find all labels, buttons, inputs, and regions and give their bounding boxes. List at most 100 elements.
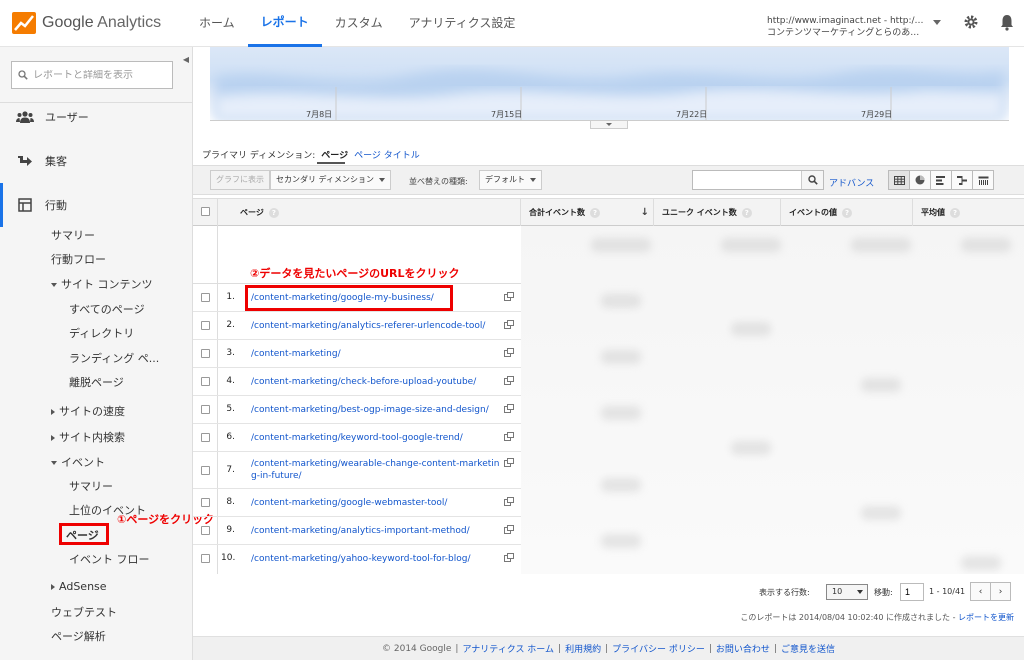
collapse-sidebar-icon[interactable]: ◀ — [180, 53, 192, 67]
row-number: 9. — [226, 525, 235, 535]
page-url-link[interactable]: /content-marketing/analytics-important-m… — [251, 525, 503, 537]
nav-admin[interactable]: アナリティクス設定 — [396, 0, 529, 47]
advanced-filter-link[interactable]: アドバンス — [829, 176, 874, 189]
table-filter-input[interactable] — [693, 171, 801, 189]
search-icon[interactable] — [801, 171, 823, 189]
sidebar-item-site-content[interactable]: サイト コンテンツ — [51, 276, 153, 292]
goto-page-input[interactable] — [900, 583, 924, 601]
page-url-link[interactable]: /content-marketing/best-ogp-image-size-a… — [251, 404, 503, 416]
nav-home[interactable]: ホーム — [186, 0, 248, 47]
sidebar-item-exit-pages[interactable]: 離脱ページ — [69, 374, 124, 390]
footer-link-home[interactable]: アナリティクス ホーム — [462, 642, 554, 655]
dimension-page[interactable]: ページ — [321, 148, 348, 161]
help-icon[interactable]: ? — [741, 207, 752, 218]
sidebar-item-page-analysis[interactable]: ページ解析 — [51, 628, 106, 644]
rows-per-page-select[interactable]: 10 — [826, 584, 868, 600]
column-total-events[interactable]: 合計イベント数? ↓ — [521, 199, 654, 226]
sidebar-item-acquisition[interactable]: 集客 — [0, 139, 193, 183]
rows-per-page-label: 表示する行数: — [759, 588, 810, 597]
help-icon[interactable]: ? — [842, 207, 852, 218]
external-link-icon[interactable] — [504, 497, 514, 506]
sidebar-item-site-speed[interactable]: サイトの速度 — [51, 403, 125, 419]
column-avg-value[interactable]: 平均値? — [913, 199, 1024, 226]
select-all-checkbox[interactable] — [201, 207, 210, 216]
footer-link-feedback[interactable]: ご意見を送信 — [781, 642, 835, 655]
row-checkbox[interactable] — [201, 498, 210, 507]
chevron-down-icon[interactable] — [933, 20, 941, 25]
footer-link-contact[interactable]: お問い合わせ — [716, 642, 770, 655]
table-view-icon[interactable] — [888, 170, 910, 190]
page-url-link[interactable]: /content-marketing/yahoo-keyword-tool-fo… — [251, 553, 503, 565]
table-filter[interactable] — [692, 170, 824, 190]
sidebar-item-behavior-flow[interactable]: 行動フロー — [51, 251, 106, 267]
sidebar-item-all-pages[interactable]: すべてのページ — [69, 301, 145, 317]
external-link-icon[interactable] — [504, 320, 514, 329]
sidebar-item-site-search[interactable]: サイト内検索 — [51, 429, 125, 445]
page-url-link[interactable]: /content-marketing/wearable-change-conte… — [251, 458, 503, 482]
external-link-icon[interactable] — [504, 348, 514, 357]
refresh-report-link[interactable]: レポートを更新 — [958, 613, 1014, 622]
sidebar-item-events-summary[interactable]: サマリー — [69, 478, 113, 494]
sidebar-item-directory[interactable]: ディレクトリ — [69, 325, 134, 341]
row-checkbox[interactable] — [201, 377, 210, 386]
external-link-icon[interactable] — [504, 525, 514, 534]
sidebar-item-landing-pages[interactable]: ランディング ペ... — [69, 350, 159, 366]
prev-page-icon[interactable]: ‹ — [970, 582, 991, 601]
external-link-icon[interactable] — [504, 404, 514, 413]
help-icon[interactable]: ? — [950, 207, 960, 218]
chart-expand-handle[interactable] — [590, 121, 628, 129]
external-link-icon[interactable] — [504, 553, 514, 562]
bar-chart-icon[interactable] — [930, 170, 952, 190]
column-event-value[interactable]: イベントの値? — [781, 199, 913, 226]
sidebar-item-summary[interactable]: サマリー — [51, 227, 95, 243]
external-link-icon[interactable] — [504, 458, 514, 467]
sidebar-item-users[interactable]: ユーザー — [0, 95, 193, 139]
sidebar-item-behavior[interactable]: 行動 — [0, 183, 193, 227]
sidebar-search[interactable] — [11, 61, 173, 89]
external-link-icon[interactable] — [504, 292, 514, 301]
help-icon[interactable]: ? — [268, 207, 279, 218]
pivot-icon[interactable] — [972, 170, 994, 190]
sidebar-item-event-flow[interactable]: イベント フロー — [69, 551, 150, 567]
comparison-icon[interactable] — [951, 170, 973, 190]
external-link-icon[interactable] — [504, 432, 514, 441]
pie-chart-icon[interactable] — [909, 170, 931, 190]
next-page-icon[interactable]: › — [990, 582, 1011, 601]
column-unique-events[interactable]: ユニーク イベント数? — [654, 199, 781, 226]
nav-reports[interactable]: レポート — [247, 0, 322, 47]
bell-icon[interactable] — [999, 13, 1015, 31]
account-selector[interactable]: http://www.imaginact.net - http://www.i.… — [767, 15, 935, 39]
page-url-link[interactable]: /content-marketing/analytics-referer-url… — [251, 320, 503, 332]
nav-custom[interactable]: カスタム — [322, 0, 396, 47]
page-url-link[interactable]: /content-marketing/google-webmaster-tool… — [251, 497, 503, 509]
main-nav: ホーム レポート カスタム アナリティクス設定 — [186, 0, 528, 47]
plot-rows-button[interactable]: グラフに表示 — [210, 170, 270, 190]
row-checkbox[interactable] — [201, 466, 210, 475]
row-checkbox[interactable] — [201, 321, 210, 330]
google-analytics-logo[interactable]: Google Analytics — [12, 10, 161, 36]
footer-link-privacy[interactable]: プライバシー ポリシー — [612, 642, 705, 655]
page-url-link[interactable]: /content-marketing/keyword-tool-google-t… — [251, 432, 503, 444]
dimension-page-title[interactable]: ページ タイトル — [354, 148, 420, 161]
gear-icon[interactable] — [963, 14, 979, 30]
report-created-info: このレポートは 2014/08/04 10:02:40 に作成されました - レ… — [740, 612, 1014, 623]
sidebar-item-adsense[interactable]: AdSense — [51, 580, 107, 593]
help-icon[interactable]: ? — [590, 207, 600, 218]
row-checkbox[interactable] — [201, 433, 210, 442]
secondary-dimension-dropdown[interactable]: セカンダリ ディメンション — [270, 170, 391, 190]
sidebar-search-input[interactable] — [33, 69, 163, 81]
sidebar-item-web-test[interactable]: ウェブテスト — [51, 604, 117, 620]
row-checkbox[interactable] — [201, 554, 210, 563]
row-checkbox[interactable] — [201, 293, 210, 302]
sidebar-item-events[interactable]: イベント — [51, 454, 105, 470]
page-url-link[interactable]: /content-marketing/check-before-upload-y… — [251, 376, 503, 388]
row-checkbox[interactable] — [201, 526, 210, 535]
logo-analytics-text: Analytics — [97, 14, 162, 31]
external-link-icon[interactable] — [504, 376, 514, 385]
page-url-link[interactable]: /content-marketing/ — [251, 348, 503, 360]
sort-type-dropdown[interactable]: デフォルト — [479, 170, 542, 190]
column-page[interactable]: ページ? — [217, 199, 521, 226]
row-checkbox[interactable] — [201, 405, 210, 414]
footer-link-terms[interactable]: 利用規約 — [565, 642, 601, 655]
row-checkbox[interactable] — [201, 349, 210, 358]
